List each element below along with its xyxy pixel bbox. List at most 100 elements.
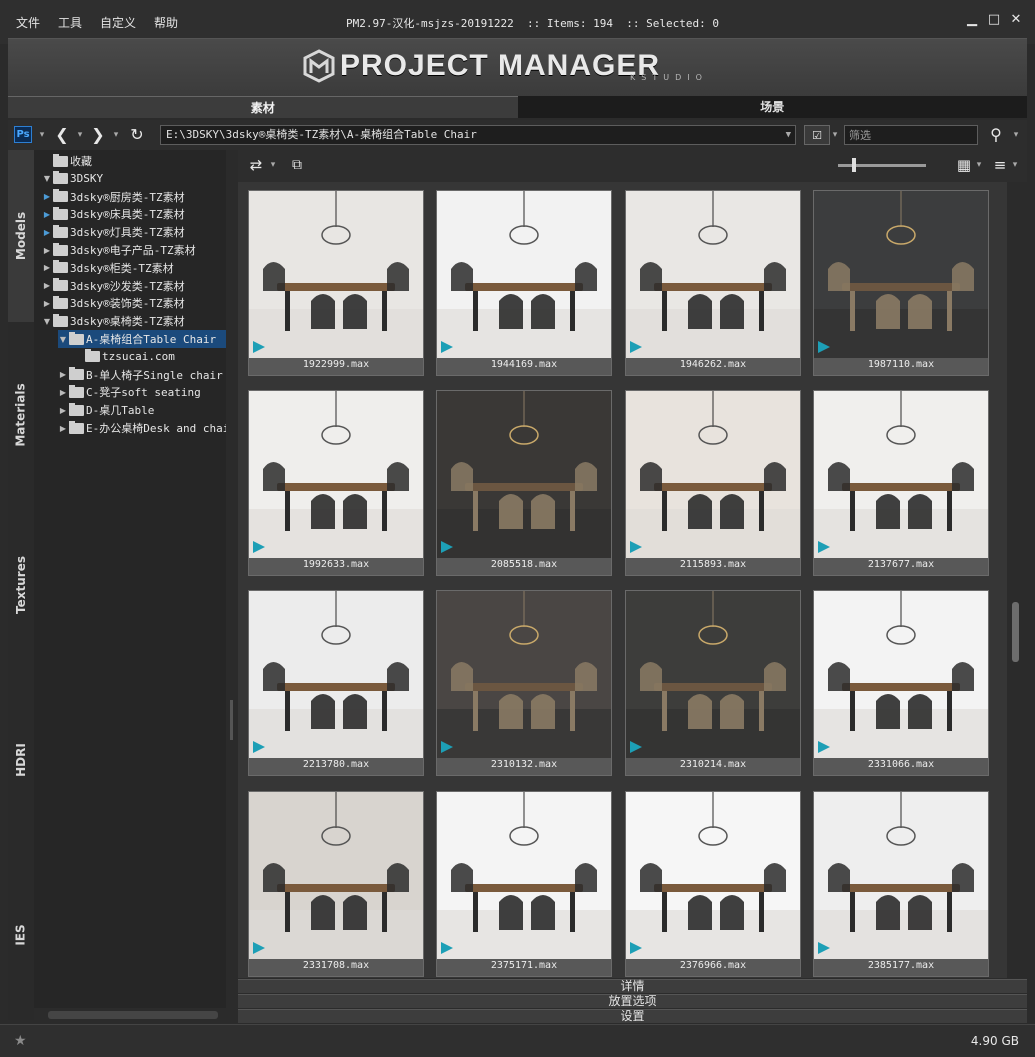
photoshop-icon[interactable]: Ps <box>14 126 32 143</box>
collapse-arrow-icon[interactable]: ▶ <box>42 246 52 255</box>
tree-node[interactable]: ▶ 3dsky®电子产品-TZ素材 <box>42 241 196 259</box>
chevron-down-icon[interactable]: ▾ <box>1010 155 1020 175</box>
asset-thumbnail[interactable]: 2331066.max <box>813 590 989 776</box>
furniture-preview-icon <box>249 391 423 558</box>
details-panel-header[interactable]: 详情 <box>238 979 1027 993</box>
chevron-down-icon[interactable]: ▾ <box>830 125 840 145</box>
filter-input[interactable] <box>845 126 977 144</box>
thumbnail-size-slider[interactable] <box>838 158 926 172</box>
tree-node[interactable]: ▶ 3dsky®灯具类-TZ素材 <box>42 223 185 241</box>
collect-icon[interactable]: ⧉ <box>286 155 308 175</box>
expand-arrow-icon[interactable]: ▼ <box>58 335 68 344</box>
grid-scrollbar[interactable] <box>1007 182 1027 978</box>
tree-horizontal-scrollbar[interactable] <box>48 1011 218 1019</box>
search-icon[interactable]: ⚲ <box>982 125 1010 145</box>
grid-view-icon[interactable]: ▦ <box>954 155 974 175</box>
tree-node[interactable]: ▼ 3DSKY <box>42 170 103 188</box>
tree-node[interactable]: ▶ 3dsky®装饰类-TZ素材 <box>42 294 185 312</box>
collapse-arrow-icon[interactable]: ▶ <box>42 192 52 201</box>
asset-thumbnail[interactable]: 2331708.max <box>248 791 424 977</box>
tree-node[interactable]: ▶ 3dsky®床具类-TZ素材 <box>42 205 185 223</box>
tab-scenes[interactable]: 场景 <box>517 96 1027 118</box>
tab-materials[interactable]: Materials <box>8 330 34 500</box>
collapse-arrow-icon[interactable]: ▶ <box>42 228 52 237</box>
asset-thumbnail[interactable]: 2376966.max <box>625 791 801 977</box>
collapse-arrow-icon[interactable]: ▶ <box>58 406 68 415</box>
expand-arrow-icon[interactable]: ▼ <box>42 317 52 326</box>
asset-filename: 2115893.max <box>679 559 747 570</box>
asset-filename: 1992633.max <box>302 559 370 570</box>
asset-thumbnail[interactable]: 2385177.max <box>813 791 989 977</box>
tree-node[interactable]: ▶ E-办公桌椅Desk and chair <box>58 419 226 437</box>
asset-thumbnail[interactable]: 2310132.max <box>436 590 612 776</box>
chevron-down-icon[interactable]: ▾ <box>110 125 122 145</box>
tree-node[interactable]: ▼ 3dsky®桌椅类-TZ素材 <box>42 312 185 330</box>
forward-icon[interactable]: ❯ <box>88 125 108 145</box>
menu-file[interactable]: 文件 <box>16 14 40 31</box>
refresh-icon[interactable]: ↻ <box>126 125 148 145</box>
asset-thumbnail[interactable]: 1987110.max <box>813 190 989 376</box>
tree-node[interactable]: ▶ 3dsky®沙发类-TZ素材 <box>42 277 185 295</box>
filter-field[interactable] <box>844 125 978 145</box>
collapse-arrow-icon[interactable]: ▶ <box>58 424 68 433</box>
tree-node[interactable]: ▶ C-凳子soft seating <box>58 383 201 401</box>
asset-thumbnail[interactable]: 2213780.max <box>248 590 424 776</box>
asset-thumbnail[interactable]: 2085518.max <box>436 390 612 576</box>
collapse-arrow-icon[interactable]: ▶ <box>58 388 68 397</box>
folder-icon <box>69 384 84 398</box>
splitter-grip[interactable] <box>230 700 233 740</box>
chevron-down-icon[interactable]: ▾ <box>974 155 984 175</box>
back-icon[interactable]: ❮ <box>52 125 72 145</box>
chevron-down-icon[interactable]: ▾ <box>74 125 86 145</box>
collapse-arrow-icon[interactable]: ▶ <box>42 263 52 272</box>
tab-hdri[interactable]: HDRI <box>8 670 34 850</box>
asset-thumbnail[interactable]: 1946262.max <box>625 190 801 376</box>
expand-arrow-icon[interactable]: ▼ <box>42 174 52 183</box>
tree-node[interactable]: ▼ A-桌椅组合Table Chair <box>58 330 226 348</box>
sort-icon[interactable]: ≡ <box>990 155 1010 175</box>
collapse-arrow-icon[interactable]: ▶ <box>58 370 68 379</box>
asset-filename: 1946262.max <box>679 359 747 370</box>
maximize-icon[interactable]: □ <box>983 12 1005 27</box>
filter-toggle-icon[interactable]: ☑ <box>804 125 830 145</box>
collapse-arrow-icon[interactable]: ▶ <box>42 210 52 219</box>
asset-thumbnail[interactable]: 1992633.max <box>248 390 424 576</box>
folder-icon <box>69 331 84 345</box>
slider-thumb[interactable] <box>852 158 856 172</box>
asset-thumbnail[interactable]: 1944169.max <box>436 190 612 376</box>
asset-thumbnail[interactable]: 2375171.max <box>436 791 612 977</box>
asset-filename: 2137677.max <box>867 559 935 570</box>
scrollbar-thumb[interactable] <box>1012 602 1019 662</box>
sync-icon[interactable]: ⇄ <box>244 155 268 175</box>
tab-textures[interactable]: Textures <box>8 500 34 670</box>
asset-thumbnail[interactable]: 1922999.max <box>248 190 424 376</box>
close-icon[interactable]: ✕ <box>1005 12 1027 27</box>
asset-thumbnail[interactable]: 2115893.max <box>625 390 801 576</box>
placement-options-header[interactable]: 放置选项 <box>238 994 1027 1008</box>
tab-models[interactable]: Models <box>8 150 34 322</box>
tree-node[interactable]: ▶ 3dsky®柜类-TZ素材 <box>42 259 174 277</box>
tree-node[interactable]: tzsucai.com <box>74 348 175 366</box>
panel-splitter[interactable] <box>226 150 238 1020</box>
menu-tools[interactable]: 工具 <box>58 14 82 31</box>
favorite-star-icon[interactable]: ★ <box>14 1033 27 1049</box>
menu-customize[interactable]: 自定义 <box>100 14 136 31</box>
path-input[interactable]: E:\3DSKY\3dsky®桌椅类-TZ素材\A-桌椅组合Table Chai… <box>160 125 796 145</box>
tab-ies[interactable]: IES <box>8 850 34 1020</box>
chevron-down-icon[interactable]: ▾ <box>268 155 278 175</box>
tree-node[interactable]: ▶ D-桌几Table <box>58 401 154 419</box>
chevron-down-icon[interactable]: ▾ <box>36 125 48 145</box>
tab-assets[interactable]: 素材 <box>8 96 518 118</box>
chevron-down-icon[interactable]: ▾ <box>1010 125 1022 145</box>
chevron-down-icon[interactable]: ▼ <box>786 126 791 144</box>
asset-thumbnail[interactable]: 2310214.max <box>625 590 801 776</box>
settings-panel-header[interactable]: 设置 <box>238 1009 1027 1023</box>
asset-thumbnail[interactable]: 2137677.max <box>813 390 989 576</box>
minimize-icon[interactable]: ▁ <box>961 12 983 27</box>
collapse-arrow-icon[interactable]: ▶ <box>42 299 52 308</box>
collapse-arrow-icon[interactable]: ▶ <box>42 281 52 290</box>
tree-node[interactable]: ▶ B-单人椅子Single chair <box>58 366 223 384</box>
tree-node[interactable]: ▶ 3dsky®厨房类-TZ素材 <box>42 188 185 206</box>
tree-node[interactable]: 收藏 <box>42 152 92 170</box>
menu-help[interactable]: 帮助 <box>154 14 178 31</box>
